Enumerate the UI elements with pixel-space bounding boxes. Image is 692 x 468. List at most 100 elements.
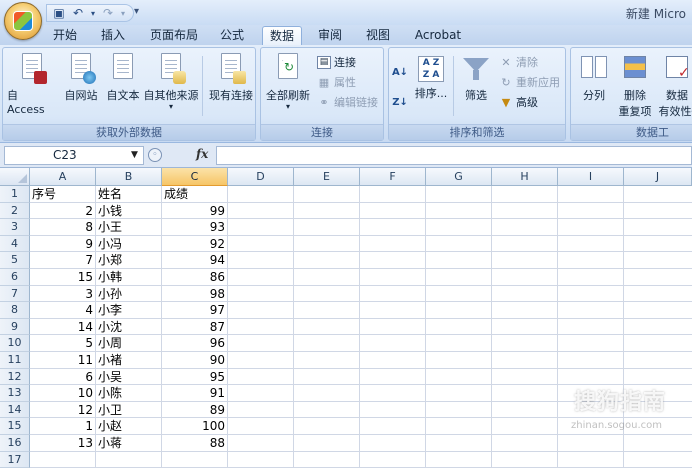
column-header-A[interactable]: A bbox=[30, 168, 96, 186]
cell-seq[interactable]: 7 bbox=[30, 252, 95, 269]
cell-name[interactable]: 小李 bbox=[96, 302, 161, 319]
cell-score[interactable]: 92 bbox=[162, 236, 227, 253]
row-header-16[interactable]: 16 bbox=[0, 435, 30, 452]
cell-name[interactable]: 小赵 bbox=[96, 418, 161, 435]
column-header-H[interactable]: H bbox=[492, 168, 558, 186]
row-header-8[interactable]: 8 bbox=[0, 302, 30, 319]
cell-seq[interactable]: 2 bbox=[30, 203, 95, 220]
save-icon[interactable]: ▣ bbox=[51, 6, 67, 20]
row-header-1[interactable]: 1 bbox=[0, 186, 30, 203]
advanced-filter-button[interactable]: ▼ 高级 bbox=[499, 94, 538, 110]
tab-acrobat[interactable]: Acrobat bbox=[408, 26, 468, 45]
tab-formulas[interactable]: 公式 bbox=[214, 26, 250, 45]
clear-filter-button[interactable]: ✕ 清除 bbox=[499, 54, 538, 70]
office-button[interactable] bbox=[4, 2, 42, 40]
row-header-9[interactable]: 9 bbox=[0, 318, 30, 336]
from-web-button[interactable]: 自网站 bbox=[61, 52, 101, 103]
cell-score[interactable]: 91 bbox=[162, 385, 227, 402]
from-access-button[interactable]: 自 Access bbox=[7, 52, 57, 116]
edit-links-button[interactable]: ⚭ 编辑链接 bbox=[317, 94, 378, 110]
cell-seq[interactable]: 序号 bbox=[30, 186, 95, 203]
formula-input[interactable] bbox=[216, 146, 692, 165]
cell-seq[interactable]: 3 bbox=[30, 286, 95, 303]
cell-score[interactable]: 87 bbox=[162, 319, 227, 336]
data-validation-button[interactable]: ✓ 数据 有效性▾ bbox=[655, 52, 692, 119]
refresh-all-button[interactable]: ↻ 全部刷新 ▾ bbox=[263, 52, 313, 111]
cell-seq[interactable]: 12 bbox=[30, 402, 95, 419]
column-header-G[interactable]: G bbox=[426, 168, 492, 186]
row-header-17[interactable]: 17 bbox=[0, 451, 30, 468]
from-other-sources-button[interactable]: 自其他来源 ▾ bbox=[143, 52, 199, 111]
cell-name[interactable]: 小王 bbox=[96, 219, 161, 236]
cell-score[interactable]: 94 bbox=[162, 252, 227, 269]
properties-button[interactable]: ▦ 属性 bbox=[317, 74, 356, 90]
cell-name[interactable]: 小褚 bbox=[96, 352, 161, 369]
cell-name[interactable]: 小郑 bbox=[96, 252, 161, 269]
cell-score[interactable]: 98 bbox=[162, 286, 227, 303]
cell-score[interactable]: 90 bbox=[162, 352, 227, 369]
cell-name[interactable]: 小孙 bbox=[96, 286, 161, 303]
cell-score[interactable]: 100 bbox=[162, 418, 227, 435]
column-header-C[interactable]: C bbox=[162, 168, 228, 186]
row-header-12[interactable]: 12 bbox=[0, 368, 30, 386]
row-header-15[interactable]: 15 bbox=[0, 418, 30, 435]
cell-seq[interactable]: 9 bbox=[30, 236, 95, 253]
cell-name[interactable]: 小卫 bbox=[96, 402, 161, 419]
name-box[interactable]: C23 bbox=[4, 146, 144, 165]
cell-seq[interactable]: 4 bbox=[30, 302, 95, 319]
tab-home[interactable]: 开始 bbox=[48, 26, 82, 45]
text-to-columns-button[interactable]: 分列 bbox=[575, 52, 613, 103]
cell-name[interactable]: 小周 bbox=[96, 335, 161, 352]
sort-button[interactable]: A ZZ A 排序... bbox=[413, 52, 449, 101]
cell-seq[interactable]: 5 bbox=[30, 335, 95, 352]
column-header-I[interactable]: I bbox=[558, 168, 624, 186]
undo-icon[interactable]: ↶ bbox=[70, 6, 86, 20]
column-header-J[interactable]: J bbox=[624, 168, 692, 186]
tab-view[interactable]: 视图 bbox=[360, 26, 396, 45]
cell-seq[interactable]: 13 bbox=[30, 435, 95, 452]
cell-seq[interactable]: 11 bbox=[30, 352, 95, 369]
remove-duplicates-button[interactable]: 删除 重复项 bbox=[615, 52, 655, 119]
row-header-14[interactable]: 14 bbox=[0, 401, 30, 419]
name-box-dropdown-icon[interactable]: ▼ bbox=[131, 150, 138, 160]
row-header-5[interactable]: 5 bbox=[0, 252, 30, 269]
tab-insert[interactable]: 插入 bbox=[96, 26, 130, 45]
customize-qat-icon[interactable]: ▾ bbox=[134, 6, 139, 17]
connections-button[interactable]: ▤ 连接 bbox=[317, 54, 356, 70]
cell-score[interactable]: 86 bbox=[162, 269, 227, 286]
select-all-button[interactable] bbox=[0, 168, 30, 186]
row-header-13[interactable]: 13 bbox=[0, 385, 30, 402]
row-header-10[interactable]: 10 bbox=[0, 335, 30, 352]
column-header-E[interactable]: E bbox=[294, 168, 360, 186]
cell-seq[interactable]: 15 bbox=[30, 269, 95, 286]
row-header-4[interactable]: 4 bbox=[0, 235, 30, 253]
column-header-F[interactable]: F bbox=[360, 168, 426, 186]
cell-seq[interactable]: 10 bbox=[30, 385, 95, 402]
cell-score[interactable]: 99 bbox=[162, 203, 227, 220]
from-text-button[interactable]: 自文本 bbox=[103, 52, 143, 103]
undo-dropdown-icon[interactable]: ▾ bbox=[89, 6, 97, 20]
cell-name[interactable]: 小冯 bbox=[96, 236, 161, 253]
cell-score[interactable]: 成绩 bbox=[162, 186, 227, 203]
reapply-button[interactable]: ↻ 重新应用 bbox=[499, 74, 560, 90]
cell-name[interactable]: 小吴 bbox=[96, 369, 161, 386]
tab-page-layout[interactable]: 页面布局 bbox=[144, 26, 204, 45]
row-header-2[interactable]: 2 bbox=[0, 202, 30, 220]
column-header-D[interactable]: D bbox=[228, 168, 294, 186]
cell-seq[interactable]: 14 bbox=[30, 319, 95, 336]
row-header-3[interactable]: 3 bbox=[0, 219, 30, 236]
cell-score[interactable]: 93 bbox=[162, 219, 227, 236]
sort-ascending-button[interactable]: A↓ bbox=[392, 66, 408, 79]
cell-score[interactable]: 95 bbox=[162, 369, 227, 386]
redo-icon[interactable]: ↷ bbox=[100, 6, 116, 20]
row-header-7[interactable]: 7 bbox=[0, 285, 30, 303]
filter-button[interactable]: 筛选 bbox=[457, 52, 495, 103]
cell-name[interactable]: 小沈 bbox=[96, 319, 161, 336]
tab-review[interactable]: 审阅 bbox=[312, 26, 348, 45]
cell-name[interactable]: 小蒋 bbox=[96, 435, 161, 452]
sort-descending-button[interactable]: Z↓ bbox=[392, 96, 408, 109]
cell-seq[interactable]: 6 bbox=[30, 369, 95, 386]
cell-name[interactable]: 小韩 bbox=[96, 269, 161, 286]
row-header-11[interactable]: 11 bbox=[0, 352, 30, 369]
cell-score[interactable]: 97 bbox=[162, 302, 227, 319]
